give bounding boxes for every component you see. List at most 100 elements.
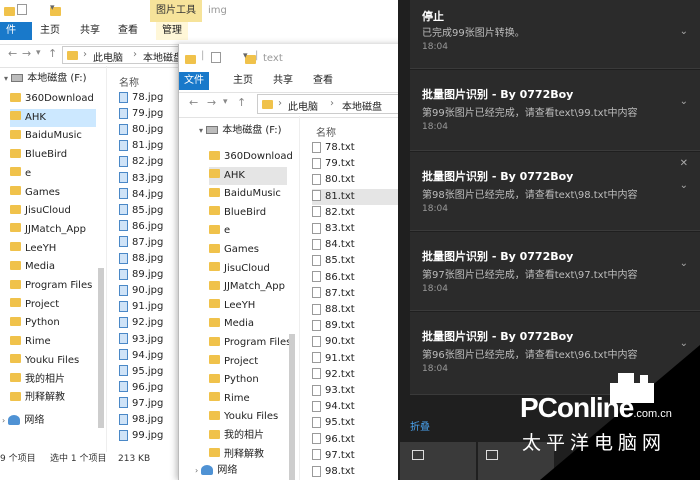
chevron-down-icon[interactable]: ⌄ <box>680 26 688 37</box>
properties-icon[interactable] <box>17 4 27 15</box>
tree-item[interactable]: 360Download <box>10 90 96 108</box>
tree-item[interactable]: AHK <box>10 108 96 127</box>
chevron-down-icon[interactable]: ▾ <box>50 3 55 13</box>
tree-item[interactable]: Python <box>10 314 96 332</box>
file-row[interactable]: 91.txt <box>312 351 404 367</box>
file-row[interactable]: 96.txt <box>312 432 404 448</box>
tree-item[interactable]: 我的相片 <box>209 427 287 445</box>
file-row[interactable]: 97.jpg <box>119 396 163 412</box>
forward-icon[interactable]: → <box>22 47 31 60</box>
file-row[interactable]: 80.txt <box>312 172 404 188</box>
file-row[interactable]: 78.jpg <box>119 90 163 106</box>
chevron-down-icon[interactable]: ⌄ <box>680 180 688 191</box>
file-row[interactable]: 89.jpg <box>119 267 163 283</box>
file-row[interactable]: 86.txt <box>312 270 404 286</box>
file-row[interactable]: 89.txt <box>312 318 404 334</box>
tree-drive[interactable]: ▾ 本地磁盘 (F:) <box>4 70 87 88</box>
tree-scrollbar[interactable] <box>289 334 295 480</box>
file-row[interactable]: 99.jpg <box>119 428 163 444</box>
tab-home[interactable]: 主页 <box>34 22 66 40</box>
tree-item[interactable]: Program Files <box>209 334 291 352</box>
tree-item[interactable]: e <box>209 222 287 240</box>
tree-item[interactable]: Games <box>10 184 96 202</box>
chevron-down-icon[interactable]: ⌄ <box>680 96 688 107</box>
tree-item[interactable]: JJMatch_App <box>209 278 287 296</box>
chevron-down-icon[interactable]: ⌄ <box>680 258 688 269</box>
file-row[interactable]: 86.jpg <box>119 219 163 235</box>
tree-item[interactable]: Youku Files <box>10 352 96 370</box>
file-row[interactable]: 81.txt <box>312 188 404 205</box>
tree-item[interactable]: 360Download <box>209 148 293 166</box>
file-row[interactable]: 90.jpg <box>119 283 163 299</box>
quick-action-tablet-mode[interactable] <box>400 442 476 480</box>
tab-file[interactable]: 文件 <box>179 72 209 90</box>
file-row[interactable]: 94.jpg <box>119 348 163 364</box>
tab-share[interactable]: 共享 <box>267 72 299 90</box>
tree-item[interactable]: Program Files <box>10 277 96 295</box>
file-row[interactable]: 94.txt <box>312 399 404 415</box>
tree-item[interactable]: LeeYH <box>10 240 96 258</box>
notification-card[interactable]: 停止 已完成99张图片转换。 18:04 ⌄ <box>410 0 700 69</box>
tab-view[interactable]: 查看 <box>112 22 144 40</box>
file-row[interactable]: 82.jpg <box>119 154 163 170</box>
tab-home[interactable]: 主页 <box>227 72 259 90</box>
collapse-link[interactable]: 折叠 <box>410 418 430 433</box>
tab-file[interactable]: 件 <box>0 22 32 40</box>
file-row[interactable]: 88.jpg <box>119 251 163 267</box>
tree-drive[interactable]: ▾ 本地磁盘 (F:) <box>199 122 282 140</box>
tree-item[interactable]: Project <box>209 353 287 371</box>
tree-item[interactable]: 刑释解教 <box>209 446 287 464</box>
file-row[interactable]: 84.txt <box>312 237 404 253</box>
file-row[interactable]: 91.jpg <box>119 299 163 315</box>
tree-item[interactable]: 我的相片 <box>10 371 96 389</box>
file-row[interactable]: 87.jpg <box>119 235 163 251</box>
tree-item[interactable]: JisuCloud <box>209 260 287 278</box>
properties-icon[interactable] <box>211 52 221 63</box>
tree-scrollbar[interactable] <box>98 268 104 428</box>
file-row[interactable]: 87.txt <box>312 286 404 302</box>
tree-item[interactable]: AHK <box>209 166 287 185</box>
file-row[interactable]: 96.jpg <box>119 380 163 396</box>
tree-item[interactable]: Media <box>10 258 96 276</box>
file-row[interactable]: 82.txt <box>312 205 404 221</box>
file-row[interactable]: 85.jpg <box>119 203 163 219</box>
tab-manage[interactable]: 管理 <box>156 22 188 40</box>
close-icon[interactable]: ✕ <box>680 158 688 169</box>
breadcrumb-drive[interactable]: 本地磁盘 <box>143 49 183 64</box>
tab-view[interactable]: 查看 <box>307 72 339 90</box>
breadcrumb-drive[interactable]: 本地磁盘 <box>342 98 382 113</box>
file-row[interactable]: 81.jpg <box>119 138 163 154</box>
file-row[interactable]: 85.txt <box>312 253 404 269</box>
file-row[interactable]: 80.jpg <box>119 122 163 138</box>
column-header-name[interactable]: 名称 <box>119 74 139 89</box>
tree-item[interactable]: Rime <box>10 333 96 351</box>
file-row[interactable]: 88.txt <box>312 302 404 318</box>
tree-item[interactable]: LeeYH <box>209 297 287 315</box>
back-icon[interactable]: ← <box>8 47 17 60</box>
up-icon[interactable]: ↑ <box>48 47 57 60</box>
tree-item[interactable]: Rime <box>209 390 287 408</box>
tree-item[interactable]: Python <box>209 371 287 389</box>
file-row[interactable]: 92.txt <box>312 367 404 383</box>
chevron-down-icon[interactable]: ▾ <box>243 51 248 61</box>
back-icon[interactable]: ← <box>189 96 198 109</box>
tree-network[interactable]: › 网络 <box>2 412 44 430</box>
file-row[interactable]: 98.txt <box>312 464 404 480</box>
tree-item[interactable]: Project <box>10 296 96 314</box>
tree-item[interactable]: e <box>10 165 96 183</box>
tree-item[interactable]: BlueBird <box>209 204 287 222</box>
tree-item[interactable]: BlueBird <box>10 146 96 164</box>
file-row[interactable]: 78.txt <box>312 140 404 156</box>
chevron-down-icon[interactable]: ▾ <box>223 97 228 107</box>
tree-item[interactable]: Games <box>209 241 287 259</box>
tree-item[interactable]: JisuCloud <box>10 202 96 220</box>
chevron-down-icon[interactable]: ▾ <box>36 48 41 58</box>
file-row[interactable]: 93.txt <box>312 383 404 399</box>
column-header-name[interactable]: 名称 <box>316 124 336 139</box>
tree-item[interactable]: JJMatch_App <box>10 221 96 239</box>
file-row[interactable]: 83.txt <box>312 221 404 237</box>
notification-card[interactable]: 批量图片识别 - By 0772Boy 第98张图片已经完成，请查看text\98… <box>410 152 700 231</box>
file-row[interactable]: 95.jpg <box>119 364 163 380</box>
address-bar[interactable]: › 此电脑 › 本地磁盘 <box>257 94 409 114</box>
up-icon[interactable]: ↑ <box>237 96 246 109</box>
